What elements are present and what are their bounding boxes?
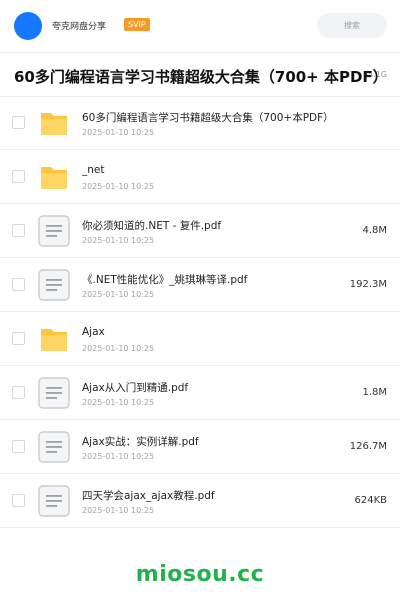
row-checkbox[interactable] [12, 440, 25, 453]
avatar[interactable] [14, 12, 42, 40]
list-item[interactable]: 你必须知道的.NET - 复件.pdf 2025-01-10 10:25 4.8M [0, 204, 400, 258]
file-size: 1.8M [362, 387, 387, 398]
file-name[interactable]: Ajax [82, 326, 337, 338]
row-checkbox[interactable] [12, 278, 25, 291]
file-date: 2025-01-10 10:25 [82, 452, 155, 461]
row-checkbox[interactable] [12, 170, 25, 183]
file-date: 2025-01-10 10:25 [82, 344, 155, 353]
file-date: 2025-01-10 10:25 [82, 506, 155, 515]
folder-icon [38, 161, 70, 193]
row-checkbox[interactable] [12, 494, 25, 507]
folder-icon [38, 323, 70, 355]
list-item[interactable]: Ajax 2025-01-10 10:25 [0, 312, 400, 366]
row-checkbox[interactable] [12, 116, 25, 129]
list-item[interactable]: _net 2025-01-10 10:25 [0, 150, 400, 204]
list-item[interactable]: 60多门编程语言学习书籍超级大合集（700+本PDF） 2025-01-10 10… [0, 96, 400, 150]
file-size: 126.7M [349, 441, 387, 452]
file-date: 2025-01-10 10:25 [82, 290, 155, 299]
brand-name: 夸克网盘分享 [52, 22, 107, 32]
file-name[interactable]: _net [82, 164, 337, 176]
list-item[interactable]: Ajax从入门到精通.pdf 2025-01-10 10:25 1.8M [0, 366, 400, 420]
row-checkbox[interactable] [12, 386, 25, 399]
list-item[interactable]: 《.NET性能优化》_姚琪琳等译.pdf 2025-01-10 10:25 192.… [0, 258, 400, 312]
list-item[interactable]: 四天学会ajax_ajax教程.pdf 2025-01-10 10:25 624KB [0, 474, 400, 528]
document-icon [38, 269, 70, 301]
file-date: 2025-01-10 10:25 [82, 398, 155, 407]
file-name[interactable]: Ajax从入门到精通.pdf [82, 380, 337, 395]
file-name[interactable]: 你必须知道的.NET - 复件.pdf [82, 218, 337, 233]
file-name[interactable]: 《.NET性能优化》_姚琪琳等译.pdf [82, 272, 337, 287]
file-date: 2025-01-10 10:25 [82, 236, 155, 245]
row-checkbox[interactable] [12, 332, 25, 345]
svip-badge: SVIP [124, 18, 150, 31]
document-icon [38, 215, 70, 247]
file-date: 2025-01-10 10:25 [82, 182, 155, 191]
file-name[interactable]: 60多门编程语言学习书籍超级大合集（700+本PDF） [82, 110, 337, 125]
file-name[interactable]: 四天学会ajax_ajax教程.pdf [82, 488, 337, 503]
document-icon [38, 485, 70, 517]
file-size: 624KB [354, 495, 387, 506]
file-size: 192.3M [349, 279, 387, 290]
row-checkbox[interactable] [12, 224, 25, 237]
file-name[interactable]: Ajax实战：实例详解.pdf [82, 434, 337, 449]
list-item[interactable]: Ajax实战：实例详解.pdf 2025-01-10 10:25 126.7M [0, 420, 400, 474]
file-date: 2025-01-10 10:25 [82, 128, 155, 137]
search-button[interactable]: 搜索 [317, 13, 387, 38]
title-row: 54.1G 60多门编程语言学习书籍超级大合集（700+ 本PDF） [0, 54, 400, 98]
watermark: miosou.cc [135, 562, 265, 587]
file-size: 4.8M [362, 225, 387, 236]
document-icon [38, 377, 70, 409]
file-list: 60多门编程语言学习书籍超级大合集（700+本PDF） 2025-01-10 10… [0, 96, 400, 528]
page-title: 60多门编程语言学习书籍超级大合集（700+ 本PDF） [14, 68, 388, 86]
folder-icon [38, 107, 70, 139]
header-bar: 夸克网盘分享 SVIP 搜索 [0, 0, 400, 52]
document-icon [38, 431, 70, 463]
header-divider [0, 52, 400, 53]
